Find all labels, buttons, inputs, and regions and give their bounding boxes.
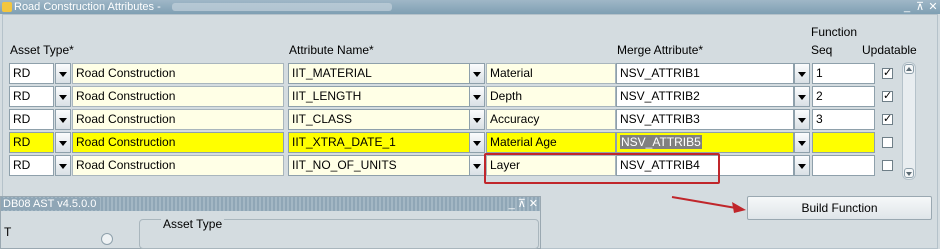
obscured-title-text bbox=[171, 3, 392, 12]
attribute-name-lov-button[interactable] bbox=[469, 132, 485, 153]
asset-desc-field: Road Construction bbox=[72, 132, 284, 153]
db08-ast-title: DB08 AST v4.5.0.0 bbox=[3, 198, 101, 210]
asset-type-field[interactable]: RD bbox=[9, 155, 54, 176]
function-seq-field[interactable]: 1 bbox=[812, 63, 875, 84]
updatable-checkbox[interactable]: ✓ bbox=[882, 68, 893, 79]
selected-text[interactable]: NSV_ATTRIB5 bbox=[620, 135, 702, 149]
road-construction-attributes-window: Road Construction Attributes - _ ⊼ ✕ Ass… bbox=[0, 0, 940, 249]
attribute-name-lov-button[interactable] bbox=[469, 86, 485, 107]
db08-window-controls: _ ⊼ ✕ bbox=[509, 197, 538, 211]
scroll-down-icon[interactable] bbox=[904, 168, 914, 178]
attribute-name-field[interactable]: IIT_MATERIAL bbox=[288, 63, 470, 84]
asset-type-lov-button[interactable] bbox=[55, 132, 71, 153]
merge-attribute-lov-button[interactable] bbox=[794, 63, 810, 84]
function-seq-field[interactable] bbox=[812, 155, 875, 176]
radio-button[interactable] bbox=[101, 233, 113, 245]
build-function-button[interactable]: Build Function bbox=[747, 196, 932, 220]
header-attribute-name: Attribute Name* bbox=[289, 43, 374, 57]
asset-type-lov-button[interactable] bbox=[55, 86, 71, 107]
attribute-name-field[interactable]: IIT_CLASS bbox=[288, 109, 470, 130]
attribute-desc-field: Material bbox=[486, 63, 616, 84]
db08-ast-window: DB08 AST v4.5.0.0 _ ⊼ ✕ T Asset Type bbox=[0, 196, 541, 249]
merge-attribute-lov-button[interactable] bbox=[794, 155, 810, 176]
asset-type-group-label: Asset Type bbox=[161, 217, 225, 231]
db08-ast-titlebar[interactable]: DB08 AST v4.5.0.0 _ ⊼ ✕ bbox=[1, 197, 540, 211]
attribute-name-field[interactable]: IIT_LENGTH bbox=[288, 86, 470, 107]
merge-attribute-field[interactable]: NSV_ATTRIB1 bbox=[616, 63, 794, 84]
attribute-desc-field: Accuracy bbox=[486, 109, 616, 130]
header-function-seq-line2: Seq bbox=[811, 43, 833, 57]
updatable-checkbox[interactable] bbox=[882, 160, 893, 171]
attribute-name-field[interactable]: IIT_NO_OF_UNITS bbox=[288, 155, 470, 176]
asset-desc-field: Road Construction bbox=[72, 63, 284, 84]
edge-label: T bbox=[4, 225, 12, 239]
app-icon bbox=[2, 2, 12, 12]
asset-type-field[interactable]: RD bbox=[9, 109, 54, 130]
asset-type-field[interactable]: RD bbox=[9, 132, 54, 153]
updatable-checkbox[interactable] bbox=[882, 137, 893, 148]
merge-attribute-lov-button[interactable] bbox=[794, 86, 810, 107]
updatable-checkbox[interactable]: ✓ bbox=[882, 91, 893, 102]
asset-desc-field: Road Construction bbox=[72, 109, 284, 130]
window-title: Road Construction Attributes - bbox=[14, 1, 161, 13]
function-seq-field[interactable]: 2 bbox=[812, 86, 875, 107]
annotation-arrow-icon bbox=[671, 196, 746, 213]
asset-type-field[interactable]: RD bbox=[9, 86, 54, 107]
attribute-name-lov-button[interactable] bbox=[469, 155, 485, 176]
header-updatable: Updatable bbox=[862, 43, 917, 57]
scroll-up-icon[interactable] bbox=[904, 64, 914, 74]
updatable-checkbox[interactable]: ✓ bbox=[882, 114, 893, 125]
header-asset-type: Asset Type* bbox=[10, 43, 74, 57]
minimize-icon[interactable]: _ bbox=[902, 1, 912, 13]
asset-type-lov-button[interactable] bbox=[55, 63, 71, 84]
attribute-desc-field: Depth bbox=[486, 86, 616, 107]
attribute-name-field[interactable]: IIT_XTRA_DATE_1 bbox=[288, 132, 470, 153]
asset-desc-field: Road Construction bbox=[72, 86, 284, 107]
merge-attribute-field[interactable]: NSV_ATTRIB2 bbox=[616, 86, 794, 107]
header-function-seq-line1: Function bbox=[811, 25, 858, 39]
restore-icon[interactable]: ⊼ bbox=[915, 1, 925, 13]
merge-attribute-field[interactable]: NSV_ATTRIB5 bbox=[616, 132, 794, 153]
function-seq-field[interactable]: 3 bbox=[812, 109, 875, 130]
attribute-desc-field: Material Age bbox=[486, 132, 616, 153]
merge-attribute-lov-button[interactable] bbox=[794, 132, 810, 153]
close-icon[interactable]: ✕ bbox=[928, 1, 938, 13]
restore-icon[interactable]: ⊼ bbox=[518, 197, 526, 211]
window-controls: _ ⊼ ✕ bbox=[902, 0, 938, 14]
merge-attribute-lov-button[interactable] bbox=[794, 109, 810, 130]
header-merge-attribute: Merge Attribute* bbox=[617, 43, 704, 57]
minimize-icon[interactable]: _ bbox=[509, 197, 515, 211]
function-seq-field[interactable] bbox=[812, 132, 875, 153]
annotation-highlight-box bbox=[484, 153, 720, 184]
asset-desc-field: Road Construction bbox=[72, 155, 284, 176]
attribute-name-lov-button[interactable] bbox=[469, 109, 485, 130]
window-titlebar[interactable]: Road Construction Attributes - _ ⊼ ✕ bbox=[0, 0, 940, 14]
close-icon[interactable]: ✕ bbox=[529, 197, 538, 211]
merge-attribute-field[interactable]: NSV_ATTRIB3 bbox=[616, 109, 794, 130]
asset-type-lov-button[interactable] bbox=[55, 155, 71, 176]
attribute-name-lov-button[interactable] bbox=[469, 63, 485, 84]
asset-type-field[interactable]: RD bbox=[9, 63, 54, 84]
vertical-scrollbar[interactable] bbox=[902, 62, 916, 180]
asset-type-lov-button[interactable] bbox=[55, 109, 71, 130]
